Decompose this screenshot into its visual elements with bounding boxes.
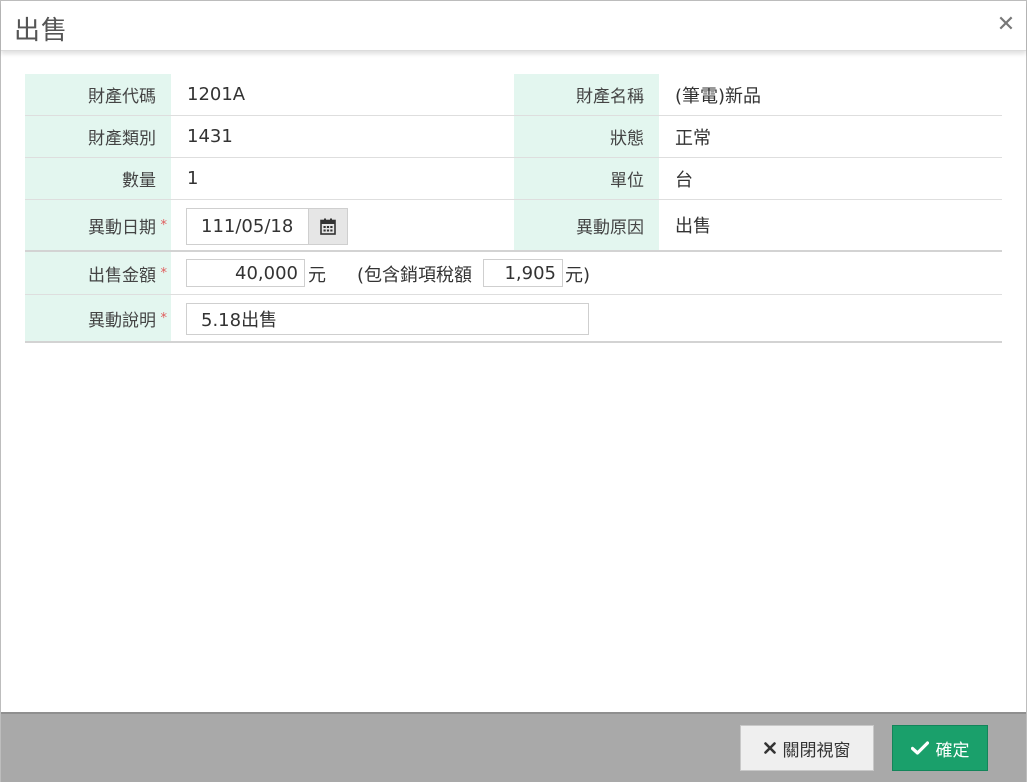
quantity-label: 數量	[25, 158, 171, 199]
change-note-label-cell: 異動說明 *	[25, 295, 171, 341]
unit-label: 單位	[514, 158, 659, 199]
required-mark: *	[160, 265, 168, 281]
calendar-button[interactable]	[308, 208, 348, 245]
property-code-value: 1201A	[187, 84, 246, 105]
quantity-value: 1	[187, 168, 199, 189]
change-note-input[interactable]: 5.18出售	[186, 303, 589, 335]
confirm-label: 確定	[935, 740, 970, 761]
form-row-quantity-unit: 數量 1 單位 台	[25, 158, 1002, 200]
dialog-title: 出售	[14, 16, 69, 46]
close-icon	[763, 742, 776, 754]
required-mark: *	[160, 217, 168, 233]
confirm-button[interactable]: 確定	[892, 725, 988, 771]
dialog-footer: 關閉視窗 確定	[1, 712, 1026, 782]
form-row-category-status: 財產類別 1431 狀態 正常	[25, 116, 1002, 158]
status-value: 正常	[675, 127, 711, 149]
unit-value: 台	[675, 169, 693, 191]
change-note-label: 異動說明	[88, 310, 156, 331]
form-row-code-name: 財產代碼 1201A 財產名稱 (筆電)新品	[25, 74, 1002, 116]
output-tax-input[interactable]: 1,905	[483, 259, 563, 287]
sale-amount-input[interactable]: 40,000	[186, 259, 305, 287]
change-date-label: 異動日期	[88, 217, 156, 238]
close-window-label: 關閉視窗	[782, 740, 851, 761]
dialog-titlebar: 出售 ✕	[1, 1, 1026, 51]
status-label: 狀態	[514, 116, 659, 157]
property-category-value: 1431	[187, 126, 233, 147]
calendar-icon	[320, 218, 336, 235]
form-row-sale-amount: 出售金額 * 40,000 元 (包含銷項稅額 1,905 元)	[25, 252, 1002, 295]
sale-amount-label-cell: 出售金額 *	[25, 252, 171, 294]
required-mark: *	[160, 310, 168, 326]
change-reason-label: 異動原因	[514, 200, 659, 250]
property-category-label: 財產類別	[25, 116, 171, 157]
change-date-label-cell: 異動日期 *	[25, 200, 171, 250]
change-reason-value: 出售	[675, 216, 711, 237]
sale-form: 財產代碼 1201A 財產名稱 (筆電)新品 財產類別 1431 狀態 正常 數…	[25, 74, 1002, 343]
property-code-label: 財產代碼	[25, 74, 171, 115]
property-name-label: 財產名稱	[514, 74, 659, 115]
check-icon	[910, 741, 929, 755]
form-row-change-note: 異動說明 * 5.18出售	[25, 295, 1002, 343]
sale-amount-label: 出售金額	[88, 265, 156, 286]
sale-amount-unit: 元	[308, 264, 326, 286]
close-window-button[interactable]: 關閉視窗	[740, 725, 874, 771]
tax-unit-label: 元)	[565, 264, 591, 286]
tax-included-label: (包含銷項稅額	[357, 264, 473, 286]
form-row-date-reason: 異動日期 * 111/05/18 異動原因 出售	[25, 200, 1002, 252]
sale-dialog: 出售 ✕ 財產代碼 1201A 財產名稱 (筆電)新品 財產類別 1431 狀態…	[0, 0, 1027, 782]
property-name-value: (筆電)新品	[675, 85, 762, 107]
close-icon[interactable]: ✕	[995, 14, 1017, 36]
